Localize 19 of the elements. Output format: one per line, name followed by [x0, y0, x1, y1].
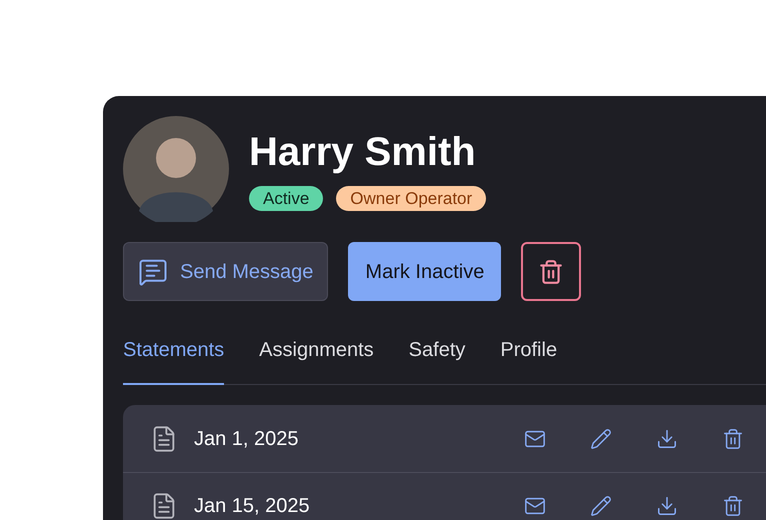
trash-icon: [538, 258, 564, 284]
status-badge: Owner Operator: [336, 186, 486, 210]
trash-icon[interactable]: [722, 495, 744, 517]
send-message-button[interactable]: Send Message: [123, 242, 328, 301]
tab[interactable]: Profile: [500, 335, 558, 385]
statement-date: Jan 1, 2025: [194, 426, 300, 452]
status-badge: Active: [249, 186, 324, 210]
pencil-icon[interactable]: [590, 428, 612, 450]
statement-date: Jan 15, 2025: [194, 494, 311, 519]
pencil-icon[interactable]: [590, 495, 612, 517]
trash-icon[interactable]: [722, 428, 744, 450]
download-icon[interactable]: [656, 495, 678, 517]
download-icon[interactable]: [656, 428, 678, 450]
mail-icon[interactable]: [524, 495, 546, 517]
profile-name: Harry Smith: [249, 128, 477, 176]
tab[interactable]: Safety: [408, 335, 466, 385]
delete-button[interactable]: [521, 242, 582, 301]
tab[interactable]: Statements: [123, 335, 224, 385]
tab[interactable]: Assignments: [259, 335, 374, 385]
